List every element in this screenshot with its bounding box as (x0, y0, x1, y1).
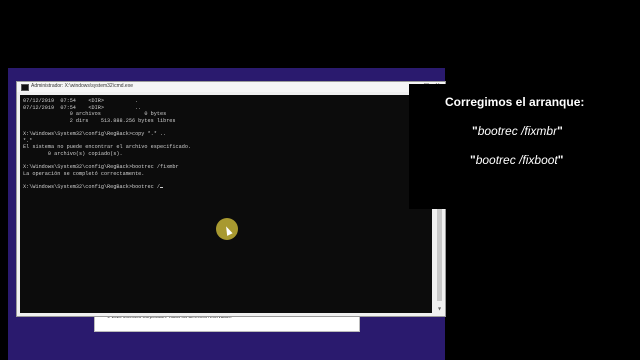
cmd-titlebar[interactable]: Administrador: X:\windows\system32\cmd.e… (17, 82, 445, 92)
console-line: 0 archivos 0 bytes (23, 111, 167, 118)
command-text: bootrec /fixboot (475, 153, 558, 167)
console-output: 07/12/2019 07:54 <DIR> . 07/12/2019 07:5… (20, 95, 432, 193)
quote-close: " (557, 153, 564, 167)
console-line: *.* (23, 137, 33, 144)
cmd-window[interactable]: Administrador: X:\windows\system32\cmd.e… (16, 81, 446, 317)
annotation-command: "bootrec /fixboot" (470, 153, 563, 167)
console-line: 2 dirs 513.888.256 bytes libres (23, 117, 176, 124)
console-line: 0 archivo(s) copiado(s). (23, 150, 123, 157)
console-line: X:\Windows\System32\config\RegBack>bootr… (23, 163, 179, 170)
cmd-app-icon (21, 84, 29, 91)
annotation-heading: Corregimos el arranque: (445, 95, 585, 109)
console-line: La operación se completó correctamente. (23, 170, 145, 177)
quote-close: " (557, 124, 563, 138)
scroll-down-icon[interactable]: ▼ (435, 305, 444, 313)
window-title: Administrador: X:\windows\system32\cmd.e… (31, 83, 133, 89)
annotation-command: "bootrec /fixmbr" (472, 124, 563, 138)
command-text: bootrec /fixmbr (477, 124, 558, 138)
console-line: 07/12/2019 07:54 <DIR> .. (23, 104, 142, 111)
command-input[interactable]: X:\Windows\System32\config\RegBack>bootr… (23, 184, 160, 190)
console-line: 07/12/2019 07:54 <DIR> . (23, 98, 139, 104)
console-line: X:\Windows\System32\config\RegBack>copy … (23, 130, 167, 137)
console-area[interactable]: 07/12/2019 07:54 <DIR> . 07/12/2019 07:5… (20, 95, 432, 313)
console-line: El sistema no puede encontrar el archivo… (23, 144, 192, 151)
text-cursor (159, 186, 163, 188)
